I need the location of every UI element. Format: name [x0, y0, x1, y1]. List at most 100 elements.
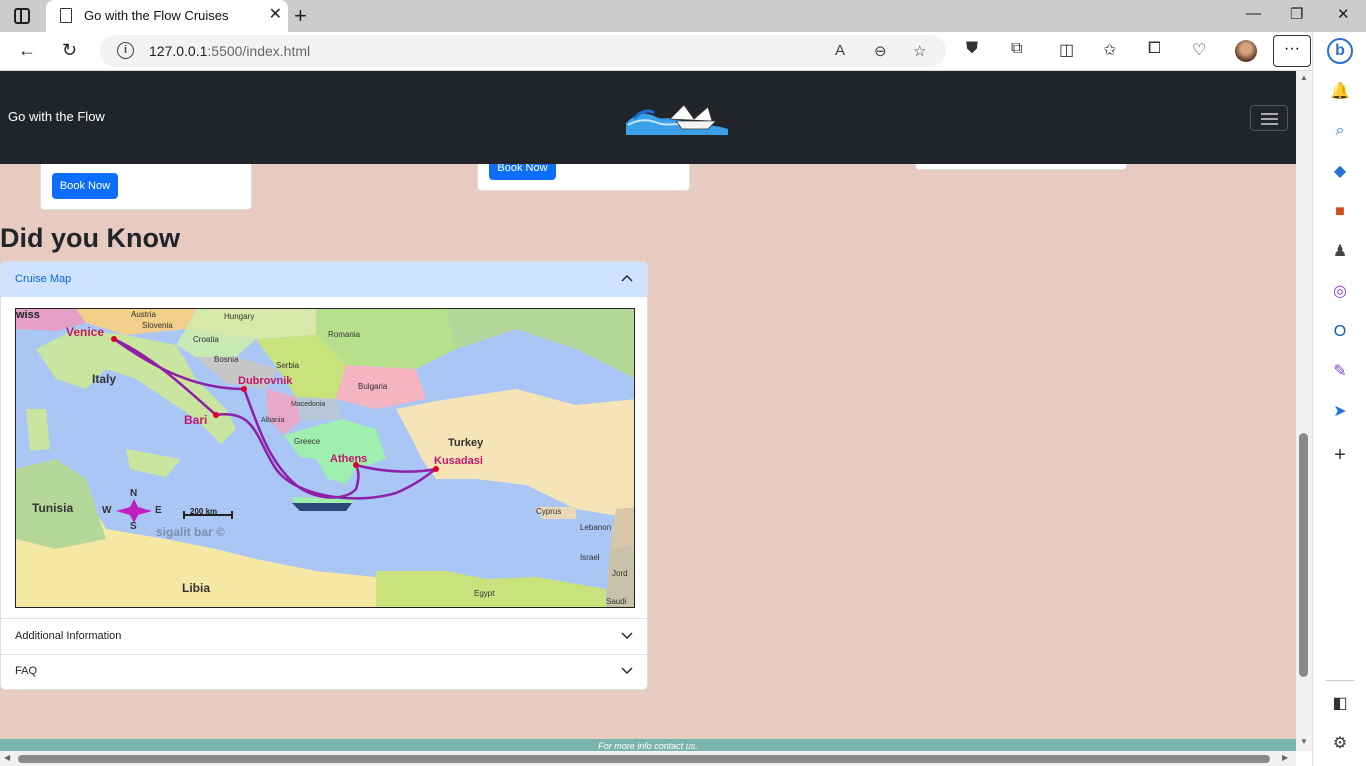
- chevron-up-icon: [621, 275, 633, 282]
- extensions-icon[interactable]: ⧉: [1011, 40, 1022, 58]
- map-label: Croatia: [193, 335, 219, 344]
- city-label-kusadasi: Kusadasi: [434, 455, 483, 467]
- map-label: Bosnia: [214, 355, 239, 364]
- url-bar[interactable]: i 127.0.0.1:5500/index.html A ⊖ ☆: [100, 35, 946, 67]
- page-viewport: Book Now Book Now Go with the Flow Did y…: [0, 71, 1296, 751]
- edge-sidebar: b 🔔 ⌕ ◆ ■ ♟ ◎ O ✎ ➤ + ◧ ⚙: [1312, 32, 1366, 766]
- performance-icon[interactable]: ♡: [1192, 40, 1206, 60]
- compass-e: E: [155, 505, 162, 516]
- close-window-button[interactable]: ✕: [1337, 5, 1350, 23]
- vertical-scrollbar[interactable]: ▲ ▼: [1296, 71, 1312, 751]
- map-label: Italy: [92, 372, 117, 386]
- did-you-know-accordion: Cruise Map wiss Austria Hungary Slovenia…: [0, 261, 648, 690]
- map-label: Macedonia: [291, 401, 326, 408]
- site-info-icon[interactable]: i: [117, 42, 134, 59]
- sidebar-divider: [1325, 680, 1355, 681]
- city-label-venice: Venice: [66, 325, 105, 339]
- book-now-button[interactable]: Book Now: [52, 173, 118, 199]
- map-label: Greece: [294, 437, 321, 446]
- scroll-up-arrow-icon[interactable]: ▲: [1300, 73, 1308, 82]
- settings-more-button[interactable]: ···: [1273, 35, 1311, 67]
- copilot-icon[interactable]: b: [1327, 38, 1353, 64]
- map-label: Israel: [580, 553, 600, 562]
- city-label-dubrovnik: Dubrovnik: [238, 375, 293, 387]
- map-label: wiss: [16, 309, 40, 321]
- outlook-icon[interactable]: O: [1330, 322, 1350, 342]
- horizontal-scroll-thumb[interactable]: [18, 755, 1270, 763]
- map-label: Albania: [261, 417, 285, 424]
- map-label: Egypt: [474, 589, 495, 598]
- tracking-shield-icon[interactable]: ⛊: [966, 40, 978, 58]
- favorites-icon[interactable]: ✩: [1103, 40, 1116, 60]
- hide-sidebar-icon[interactable]: ◧: [1330, 694, 1350, 714]
- map-label: Cyprus: [536, 507, 562, 516]
- city-label-athens: Athens: [330, 453, 368, 465]
- chevron-down-icon: [621, 667, 633, 674]
- navbar-toggler-button[interactable]: [1250, 105, 1288, 131]
- scroll-right-arrow-icon[interactable]: ▶: [1282, 753, 1288, 762]
- wave-boat-logo[interactable]: [624, 101, 730, 137]
- map-label: Austria: [131, 310, 156, 319]
- send-icon[interactable]: ➤: [1330, 402, 1350, 422]
- navbar-brand[interactable]: Go with the Flow: [8, 109, 105, 124]
- back-arrow-icon[interactable]: ←: [18, 40, 36, 61]
- browser-tab[interactable]: Go with the Flow Cruises ✕: [46, 0, 288, 32]
- cruise-map-image: wiss Austria Hungary Slovenia Croatia Ro…: [15, 308, 635, 608]
- refresh-icon[interactable]: ↻: [62, 40, 77, 61]
- new-tab-button[interactable]: +: [294, 3, 307, 29]
- horizontal-scrollbar[interactable]: ◀ ▶: [0, 751, 1296, 766]
- tab-close-icon[interactable]: ✕: [269, 6, 282, 24]
- browser-tab-bar: Go with the Flow Cruises ✕ + — ❐ ✕: [0, 0, 1366, 32]
- accordion-header-cruise-map[interactable]: Cruise Map: [1, 262, 647, 297]
- games-icon[interactable]: ♟: [1330, 242, 1350, 262]
- map-label: Jord: [612, 569, 628, 578]
- designer-icon[interactable]: ✎: [1330, 362, 1350, 382]
- map-label: Bulgaria: [358, 382, 388, 391]
- footer-contact-link[interactable]: For more info contact us.: [0, 739, 1296, 751]
- map-scale-label: 200 km: [190, 507, 218, 516]
- tab-actions-icon[interactable]: [14, 8, 30, 24]
- accordion-label: Additional Information: [15, 630, 122, 642]
- city-label-bari: Bari: [184, 413, 208, 427]
- map-label: Slovenia: [142, 321, 173, 330]
- accordion-header-additional-information[interactable]: Additional Information: [1, 619, 647, 654]
- url-text[interactable]: 127.0.0.1:5500/index.html: [149, 43, 310, 59]
- office-icon[interactable]: ◎: [1330, 282, 1350, 302]
- map-label: Tunisia: [32, 501, 74, 515]
- map-label: Hungary: [224, 312, 255, 321]
- favorite-star-icon[interactable]: ☆: [913, 42, 926, 60]
- sidebar-settings-gear-icon[interactable]: ⚙: [1330, 734, 1350, 754]
- accordion-label: FAQ: [15, 665, 38, 677]
- vertical-scroll-thumb[interactable]: [1299, 433, 1308, 677]
- read-aloud-icon[interactable]: A: [835, 42, 845, 59]
- scroll-down-arrow-icon[interactable]: ▼: [1300, 737, 1308, 746]
- tab-title: Go with the Flow Cruises: [84, 8, 229, 23]
- map-label: Romania: [328, 330, 361, 339]
- collections-icon[interactable]: ⧠: [1148, 40, 1161, 58]
- compass-s: S: [130, 521, 137, 532]
- site-navbar: Go with the Flow: [0, 71, 1296, 164]
- tools-icon[interactable]: ■: [1330, 202, 1350, 222]
- restore-button[interactable]: ❐: [1290, 5, 1303, 23]
- accordion-label: Cruise Map: [15, 273, 72, 285]
- map-label: Saudi: [606, 597, 627, 606]
- zoom-out-icon[interactable]: ⊖: [874, 42, 887, 60]
- minimize-button[interactable]: —: [1246, 5, 1261, 22]
- map-label: Turkey: [448, 437, 484, 449]
- search-icon[interactable]: ⌕: [1330, 121, 1350, 141]
- accordion-header-faq[interactable]: FAQ: [1, 654, 647, 689]
- compass-w: W: [102, 505, 112, 516]
- section-title: Did you Know: [0, 223, 180, 253]
- scroll-left-arrow-icon[interactable]: ◀: [4, 753, 10, 762]
- profile-avatar[interactable]: [1235, 40, 1257, 62]
- page-favicon-icon: [60, 8, 72, 23]
- map-credit: sigalit bar ©: [156, 525, 225, 539]
- map-label: Libia: [182, 581, 211, 595]
- shopping-tag-icon[interactable]: ◆: [1330, 162, 1350, 182]
- map-drawing: [16, 309, 634, 607]
- compass-n: N: [130, 488, 138, 499]
- page-footer: For more info contact us.: [0, 739, 1296, 751]
- add-sidebar-app-icon[interactable]: +: [1330, 445, 1350, 465]
- notifications-bell-icon[interactable]: 🔔: [1330, 82, 1350, 102]
- split-screen-icon[interactable]: ◫: [1059, 40, 1074, 60]
